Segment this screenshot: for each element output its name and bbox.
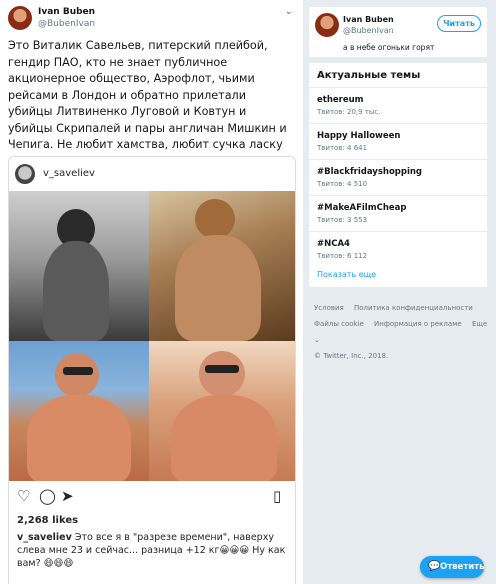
profile-handle[interactable]: @BubenIvan — [343, 26, 394, 35]
instagram-embed[interactable]: v_saveliev ♡ ◯ ➤ ▯ 2,268 likes v_savelie… — [8, 156, 296, 584]
instagram-avatar[interactable] — [15, 164, 35, 184]
trends-title: Актуальные темы — [317, 70, 421, 81]
photo-top-right — [149, 191, 295, 341]
copyright: © Twitter, Inc., 2018. — [314, 352, 389, 360]
instagram-username[interactable]: v_saveliev — [43, 168, 95, 179]
trend-name: ethereum — [317, 95, 364, 105]
tweet-header: Ivan Buben @BubenIvan ⌄ — [8, 6, 295, 34]
photo-bottom-left — [9, 341, 149, 481]
trend-count: Твитов: 4 641 — [317, 144, 368, 152]
instagram-header: v_saveliev — [9, 157, 295, 191]
trend-item[interactable]: #Blackfridayshopping Твитов: 4 510 — [309, 159, 487, 197]
trend-item[interactable]: ethereum Твитов: 20,9 тыс. — [309, 87, 487, 125]
trend-name: #Blackfridayshopping — [317, 167, 423, 177]
author-handle[interactable]: @BubenIvan — [38, 19, 95, 29]
trend-count: Твитов: 20,9 тыс. — [317, 108, 381, 116]
follow-button[interactable]: Читать — [437, 15, 481, 32]
profile-card: Ivan Buben @BubenIvan Читать а в небе ог… — [308, 6, 488, 58]
terms-link[interactable]: Условия — [314, 304, 344, 312]
heart-icon[interactable]: ♡ — [17, 487, 30, 505]
instagram-photo[interactable] — [9, 191, 295, 481]
trend-item[interactable]: #MakeAFilmCheap Твитов: 3 553 — [309, 195, 487, 233]
reply-icon: 💬 — [428, 561, 441, 572]
trend-name: #NCA4 — [317, 239, 350, 249]
privacy-link[interactable]: Политика конфиденциальности — [354, 304, 473, 312]
share-icon[interactable]: ➤ — [61, 487, 74, 505]
caption-user[interactable]: v_saveliev — [17, 532, 72, 543]
trend-count: Твитов: 4 510 — [317, 180, 368, 188]
ads-link[interactable]: Информация о рекламе — [374, 320, 462, 328]
instagram-actions: ♡ ◯ ➤ ▯ — [9, 487, 295, 511]
trends-panel: Актуальные темы ethereum Твитов: 20,9 ты… — [308, 62, 488, 288]
chevron-down-icon[interactable]: ⌄ — [285, 6, 293, 17]
trend-name: #MakeAFilmCheap — [317, 203, 407, 213]
avatar[interactable] — [8, 6, 32, 30]
reply-button[interactable]: 💬 Ответить — [420, 556, 484, 578]
tweet-text: Это Виталик Савельев, питерский плейбой,… — [8, 39, 287, 151]
instagram-caption: v_saveliev Это все я в "разрезе времени"… — [17, 531, 289, 570]
trend-name: Happy Halloween — [317, 131, 401, 141]
sidebar-footer: Условия Политика конфиденциальности Файл… — [314, 300, 490, 364]
trend-count: Твитов: 3 553 — [317, 216, 368, 224]
bookmark-icon[interactable]: ▯ — [273, 487, 281, 505]
trend-count: Твитов: 6 112 — [317, 252, 368, 260]
comment-icon[interactable]: ◯ — [39, 487, 56, 505]
reply-button-label: Ответить — [440, 562, 485, 572]
author-name[interactable]: Ivan Buben — [38, 7, 95, 17]
profile-bio: а в небе огоньки горят — [343, 43, 435, 52]
trend-item[interactable]: Happy Halloween Твитов: 4 641 — [309, 123, 487, 161]
tweet-panel: Ivan Buben @BubenIvan ⌄ Это Виталик Саве… — [0, 0, 304, 584]
show-more-link[interactable]: Показать еще — [317, 270, 376, 279]
profile-name[interactable]: Ivan Buben — [343, 15, 394, 24]
instagram-likes[interactable]: 2,268 likes — [17, 515, 78, 526]
trend-item[interactable]: #NCA4 Твитов: 6 112 — [309, 231, 487, 269]
photo-top-left — [9, 191, 149, 341]
photo-bottom-right — [149, 341, 295, 481]
cookies-link[interactable]: Файлы cookie — [314, 320, 364, 328]
profile-avatar[interactable] — [315, 13, 339, 37]
